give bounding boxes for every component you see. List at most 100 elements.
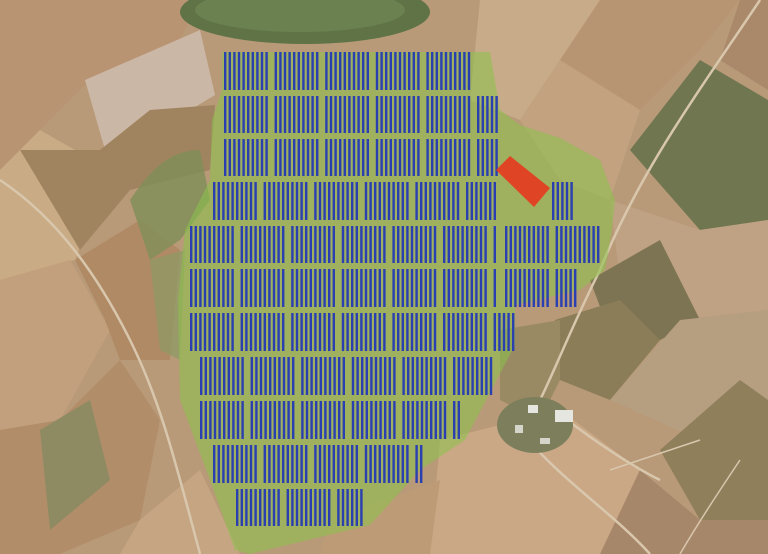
panel-row: [291, 269, 294, 307]
panel-row: [217, 226, 220, 263]
panel-row: [323, 489, 326, 526]
panel-row: [403, 52, 406, 90]
panel-row: [278, 401, 281, 439]
panel-row: [454, 139, 457, 176]
panel-row: [389, 96, 392, 133]
farm-building: [528, 405, 538, 413]
panel-row: [204, 357, 207, 395]
panel-row: [453, 357, 456, 395]
panel-row: [374, 445, 377, 483]
panel-row: [314, 489, 317, 526]
panel-row: [378, 445, 381, 483]
panel-row: [410, 313, 414, 351]
panel-row: [213, 357, 217, 395]
panel-row: [305, 182, 308, 220]
panel-row: [323, 313, 326, 351]
panel-row: [415, 226, 418, 263]
panel-row: [417, 96, 420, 133]
panel-row: [291, 445, 294, 483]
satellite-map: [0, 0, 768, 554]
panel-row: [378, 269, 381, 307]
panel-row: [479, 269, 483, 307]
panel-row: [300, 226, 303, 263]
panel-row: [461, 313, 464, 351]
panel-row: [314, 226, 317, 263]
panel-row: [337, 182, 340, 220]
panel-row: [190, 269, 193, 307]
panel-row: [237, 139, 241, 176]
panel-row: [514, 269, 517, 307]
panel-row: [332, 269, 335, 307]
panel-row: [332, 445, 335, 483]
panel-row: [251, 139, 254, 176]
panel-row: [389, 52, 392, 90]
panel-row: [493, 226, 496, 263]
panel-row: [305, 401, 309, 439]
panel-row: [305, 226, 308, 263]
map-view[interactable]: [0, 0, 768, 554]
panel-row: [454, 96, 457, 133]
panel-row: [295, 226, 299, 263]
panel-row: [397, 269, 400, 307]
panel-row: [341, 489, 345, 526]
panel-row: [287, 357, 290, 395]
panel-row: [435, 52, 438, 90]
panel-row: [467, 52, 471, 90]
panel-row: [255, 357, 258, 395]
panel-row: [351, 269, 354, 307]
panel-row: [254, 489, 257, 526]
panel-row: [532, 226, 535, 263]
panel-row: [272, 313, 276, 351]
panel-row: [443, 182, 446, 220]
panel-row: [339, 139, 342, 176]
panel-row: [528, 226, 531, 263]
panel-row: [429, 226, 432, 263]
panel-row: [393, 357, 396, 395]
panel-row: [314, 313, 317, 351]
panel-row: [306, 139, 310, 176]
panel-row: [431, 96, 434, 133]
panel-row: [209, 401, 212, 439]
panel-row: [332, 226, 335, 263]
panel-row: [305, 313, 308, 351]
panel-row: [387, 445, 391, 483]
panel-row: [389, 139, 392, 176]
panel-row: [213, 182, 216, 220]
farm-building: [515, 425, 523, 433]
panel-row: [392, 313, 395, 351]
panel-row: [337, 445, 340, 483]
panel-row: [424, 226, 427, 263]
panel-row: [300, 269, 303, 307]
panel-row: [379, 401, 382, 439]
panel-row: [250, 357, 253, 395]
panel-row: [352, 52, 356, 90]
panel-row: [295, 269, 299, 307]
panel-row: [208, 226, 211, 263]
panel-row: [392, 182, 395, 220]
panel-row: [433, 182, 437, 220]
panel-row: [406, 445, 409, 483]
panel-row: [449, 52, 452, 90]
panel-row: [537, 269, 540, 307]
panel-row: [412, 96, 415, 133]
panel-row: [309, 269, 312, 307]
panel-row: [233, 52, 236, 90]
panel-row: [316, 52, 319, 90]
panel-row: [512, 313, 515, 351]
panel-row: [362, 139, 365, 176]
panel-row: [385, 139, 388, 176]
panel-row: [493, 313, 496, 351]
panel-row: [518, 269, 522, 307]
panel-row: [518, 226, 522, 263]
panel-row: [374, 313, 377, 351]
panel-row: [226, 226, 230, 263]
panel-row: [555, 269, 558, 307]
panel-row: [401, 269, 404, 307]
panel-row: [264, 357, 267, 395]
panel-row: [361, 357, 364, 395]
panel-row: [392, 445, 395, 483]
panel-row: [199, 226, 202, 263]
panel-row: [443, 357, 447, 395]
panel-row: [463, 52, 466, 90]
panel-row: [458, 139, 461, 176]
